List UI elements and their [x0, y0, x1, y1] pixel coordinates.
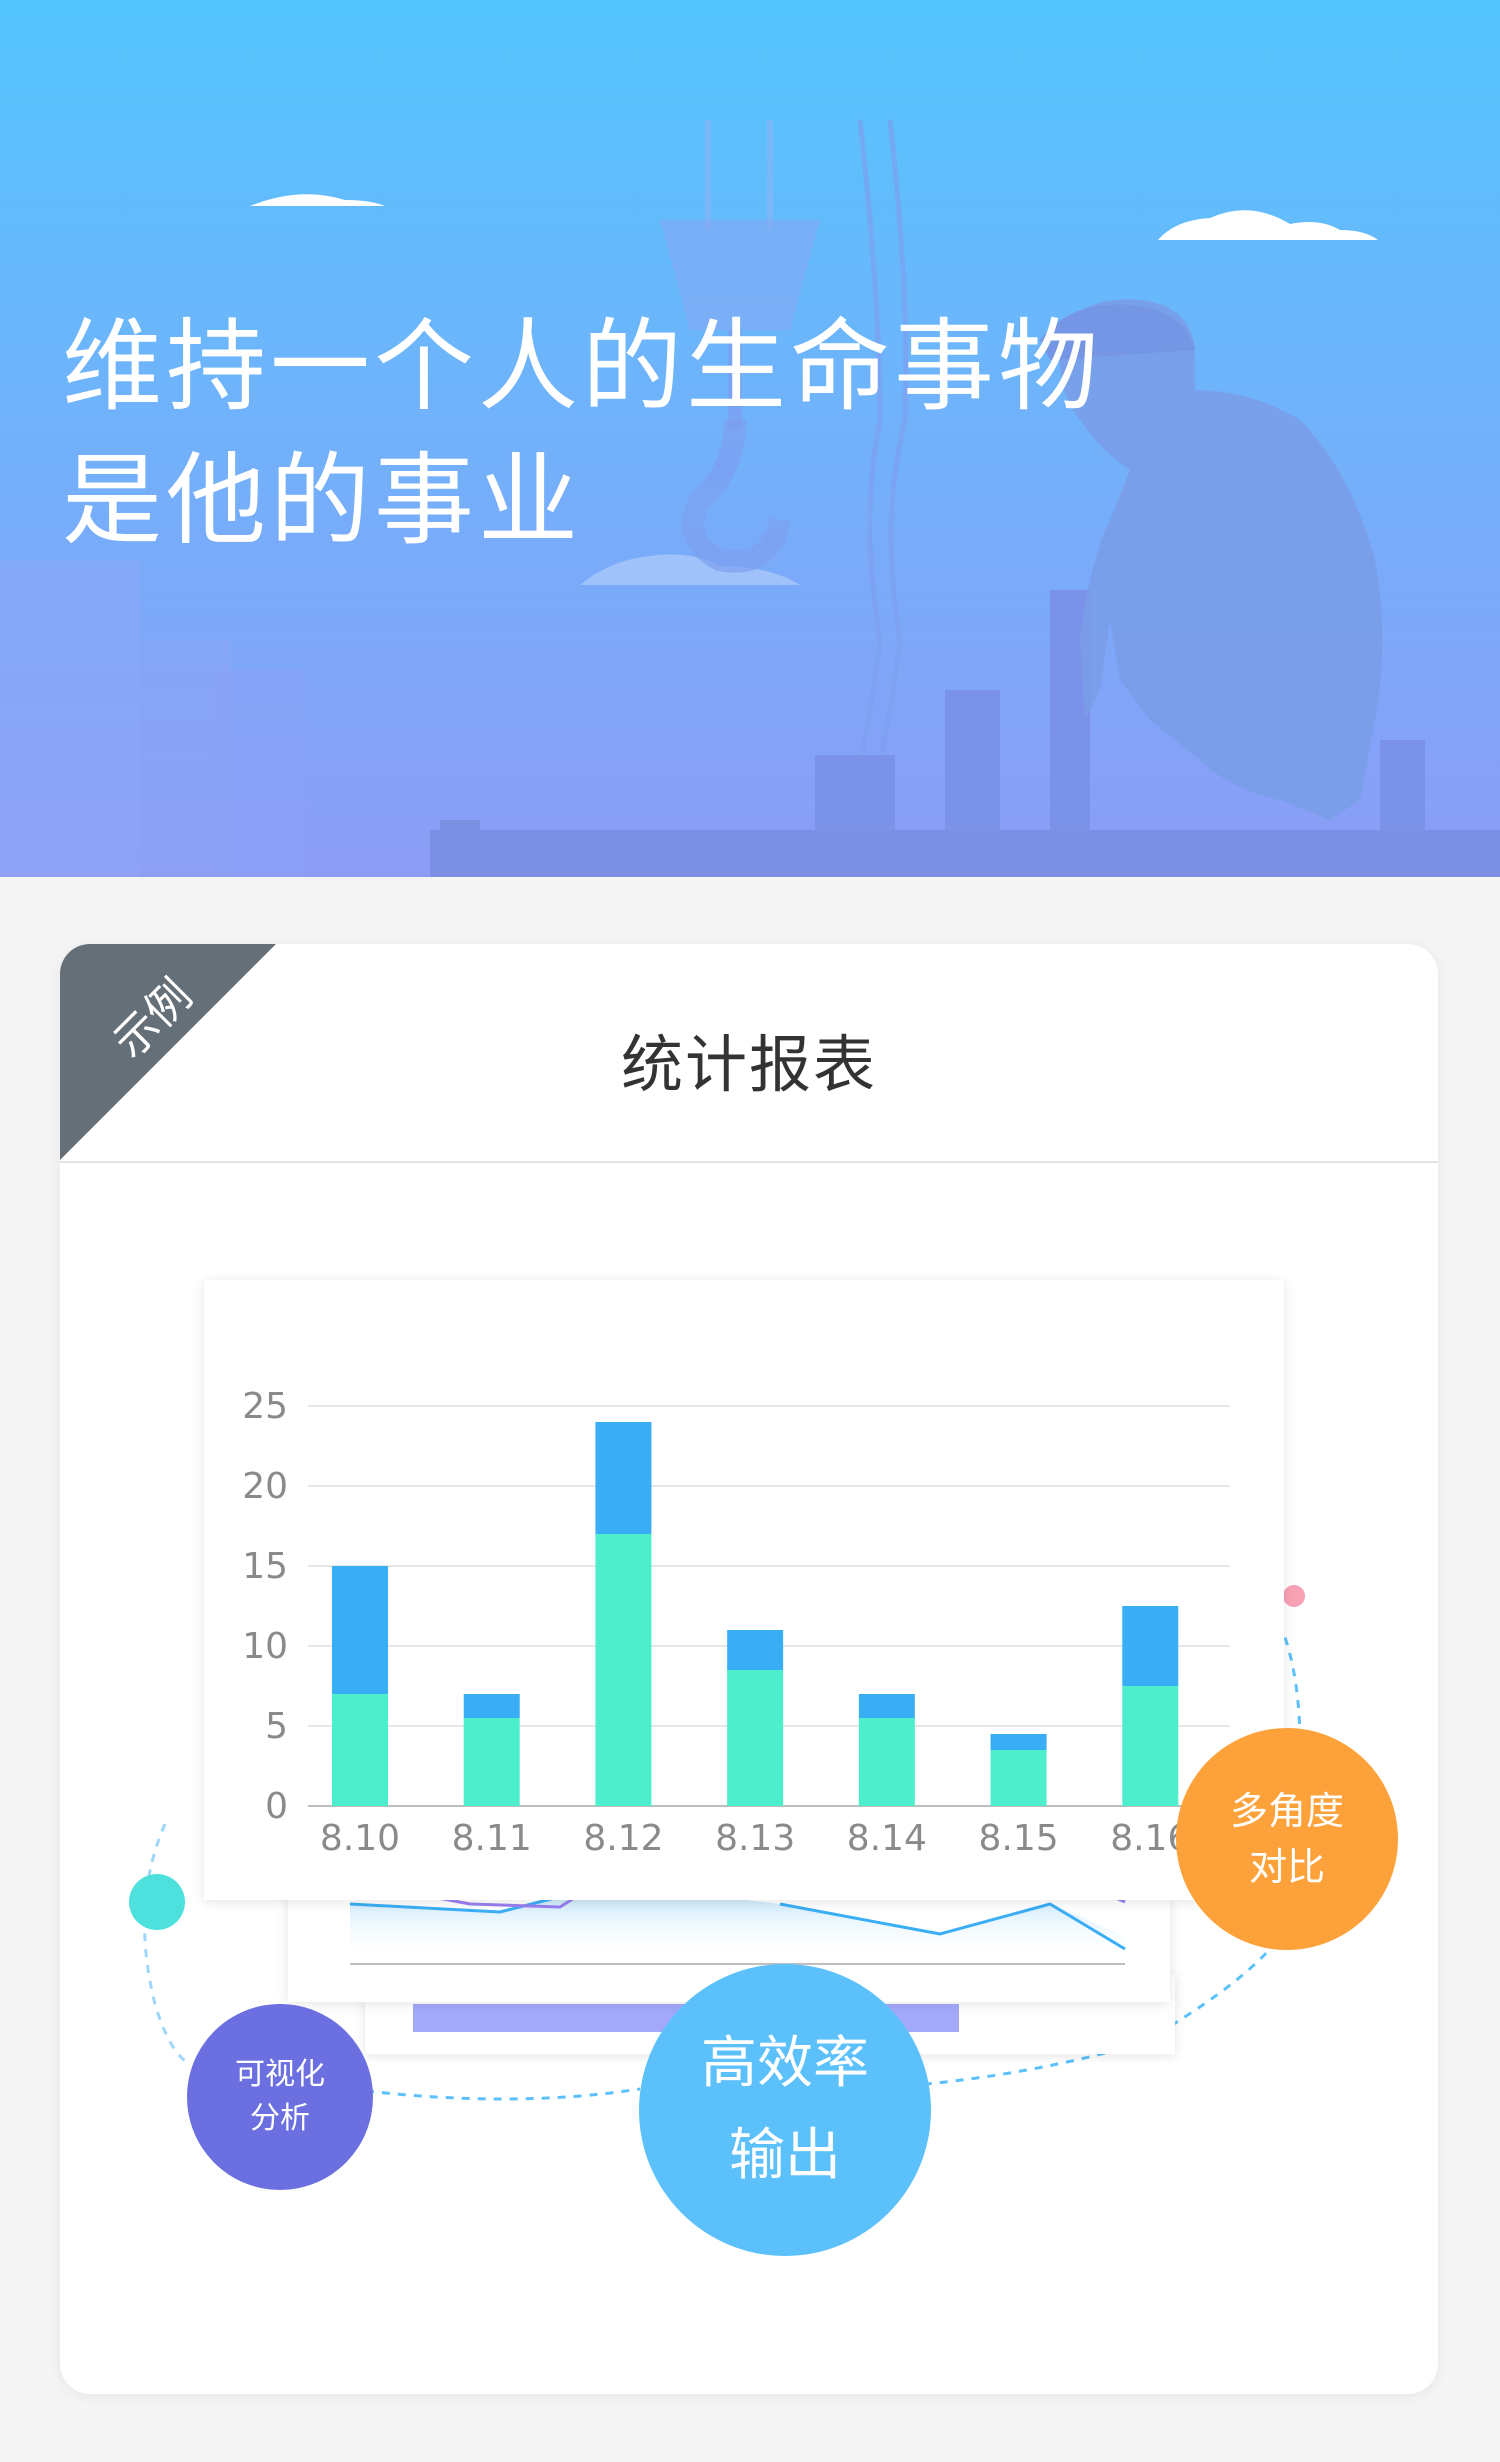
x-tick-label: 8.14	[847, 1818, 927, 1859]
x-tick-label: 8.10	[320, 1818, 400, 1859]
teal-dot	[129, 1874, 185, 1930]
bar-segment-upper	[990, 1734, 1047, 1750]
badge-line: 对比	[1248, 1845, 1325, 1889]
y-tick-label: 5	[265, 1706, 288, 1747]
orbit-path	[349, 2087, 641, 2101]
bar-segment-lower	[727, 1670, 784, 1806]
badge-line: 多角度	[1229, 1789, 1344, 1833]
hero-line-1: 维持一个人的生命事物	[62, 308, 1102, 425]
badge-line: 输出	[729, 2123, 841, 2188]
hero-line-2: 是他的事业	[62, 442, 582, 559]
multi-angle-compare-badge: 多角度 对比	[1176, 1728, 1398, 1950]
y-tick-label: 20	[242, 1466, 288, 1507]
badge-line: 可视化	[235, 2057, 325, 2092]
x-tick-label: 8.13	[715, 1818, 795, 1859]
bar-segment-upper	[463, 1694, 520, 1718]
bar-segment-lower	[595, 1534, 652, 1806]
bar-segment-lower	[1122, 1686, 1179, 1806]
bar-segment-upper	[332, 1566, 388, 1694]
hero-slogan: 维持一个人的生命事物 是他的事业	[62, 300, 1102, 568]
cloud-icon	[250, 194, 385, 206]
bar-segment-upper	[727, 1630, 784, 1670]
bar-segment-upper	[595, 1422, 652, 1534]
x-tick-label: 8.15	[978, 1818, 1058, 1859]
bar-segment-upper	[1122, 1606, 1179, 1686]
cloud-icon	[1158, 210, 1378, 240]
bar-segment-lower	[990, 1750, 1047, 1806]
bar-segment-lower	[858, 1718, 915, 1806]
y-tick-label: 15	[242, 1546, 288, 1587]
badge-line: 高效率	[701, 2031, 869, 2096]
bar-segment-upper	[858, 1694, 915, 1718]
high-efficiency-output-badge: 高效率 输出	[639, 1964, 931, 2256]
badge-line: 分析	[250, 2101, 310, 2136]
bar-segment-lower	[332, 1694, 388, 1806]
bar-segment-lower	[463, 1718, 520, 1806]
report-card: 示例 统计报表 0 5 10 15 20 25 8.10 8.11 8.12 8…	[60, 944, 1438, 2394]
pink-dot	[1283, 1585, 1305, 1607]
visual-analysis-badge: 可视化 分析	[187, 2004, 373, 2190]
hero-banner: 维持一个人的生命事物 是他的事业	[0, 0, 1500, 877]
y-tick-label: 25	[242, 1386, 288, 1427]
x-tick-label: 8.11	[452, 1818, 532, 1859]
orbit-path	[143, 1823, 191, 2066]
y-tick-label: 0	[265, 1786, 288, 1827]
y-tick-label: 10	[242, 1626, 288, 1667]
x-tick-label: 8.12	[583, 1818, 663, 1859]
